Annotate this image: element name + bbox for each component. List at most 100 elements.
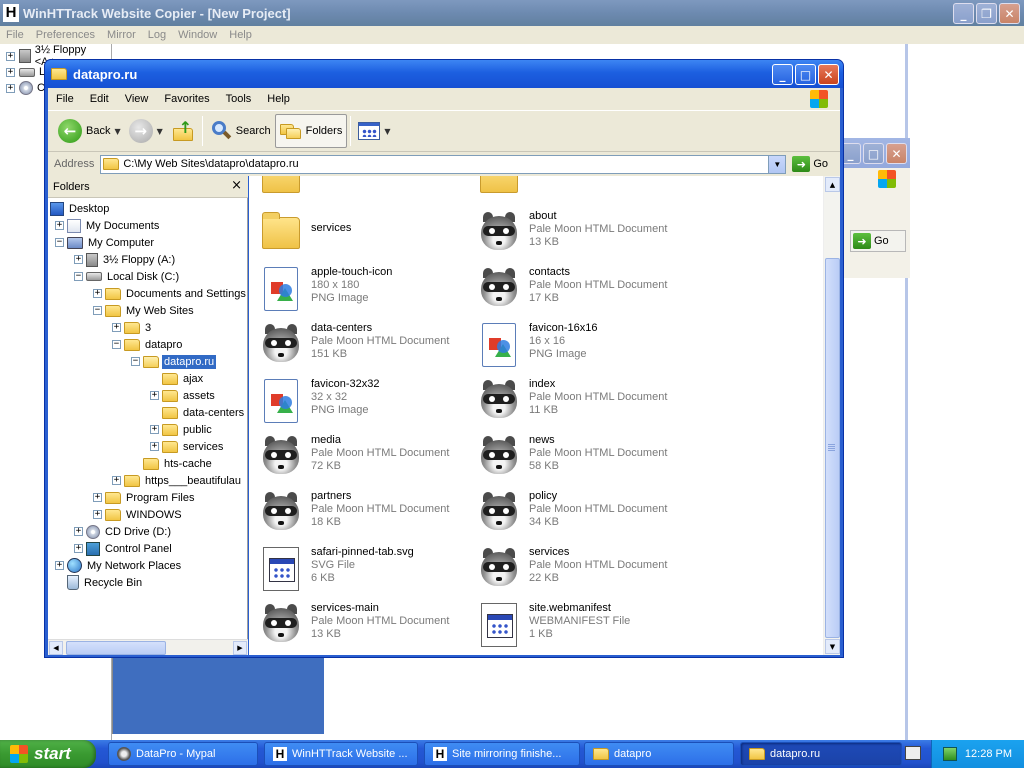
tree-item[interactable]: + Program Files xyxy=(93,489,196,506)
up-button[interactable]: ↑ xyxy=(167,114,199,148)
collapse-icon[interactable]: − xyxy=(74,272,83,281)
background-titlebar[interactable]: _ □ ✕ xyxy=(838,138,910,168)
views-button[interactable]: ▼ xyxy=(354,114,394,148)
maximize-button[interactable]: □ xyxy=(795,64,816,85)
close-pane-icon[interactable]: × xyxy=(231,178,242,193)
file-item[interactable]: favicon-16x16 16 x 16 PNG Image xyxy=(471,320,691,370)
maximize-button[interactable]: □ xyxy=(863,143,884,164)
tree-item[interactable]: + services xyxy=(150,438,225,455)
close-button[interactable]: ✕ xyxy=(886,143,907,164)
collapse-icon[interactable]: − xyxy=(55,238,64,247)
tree-item[interactable]: ajax xyxy=(150,370,205,387)
address-input[interactable]: C:\My Web Sites\datapro\datapro.ru ▼ xyxy=(100,154,787,174)
explorer-titlebar[interactable]: datapro.ru _ □ ✕ xyxy=(45,60,843,88)
file-item[interactable]: news Pale Moon HTML Document 58 KB xyxy=(471,432,691,482)
file-item[interactable]: contacts Pale Moon HTML Document 17 KB xyxy=(471,264,691,314)
file-item[interactable]: public xyxy=(471,176,691,202)
clock[interactable]: 12:28 PM xyxy=(965,748,1012,760)
file-item[interactable]: apple-touch-icon 180 x 180 PNG Image xyxy=(253,264,473,314)
start-button[interactable]: start xyxy=(0,740,96,768)
taskbar-button[interactable]: datapro xyxy=(584,742,734,766)
httrack-titlebar[interactable]: H WinHTTrack Website Copier - [New Proje… xyxy=(0,0,1024,26)
tree-item[interactable]: Desktop xyxy=(50,200,111,217)
expand-icon[interactable]: + xyxy=(112,323,121,332)
expand-icon[interactable]: + xyxy=(74,527,83,536)
expand-icon[interactable]: + xyxy=(93,289,102,298)
tree-item[interactable]: + My Documents xyxy=(55,217,161,234)
tree-item[interactable]: + public xyxy=(150,421,214,438)
keyboard-language-icon[interactable] xyxy=(905,746,921,760)
expand-icon[interactable]: + xyxy=(6,51,15,61)
search-button[interactable]: Search xyxy=(206,114,275,148)
file-item[interactable]: safari-pinned-tab.svg SVG File 6 KB xyxy=(253,544,473,594)
tree-item[interactable]: − datapro xyxy=(112,336,184,353)
scroll-down-icon[interactable]: ▼ xyxy=(825,639,840,654)
background-go-button[interactable]: ➜ Go xyxy=(850,230,906,252)
file-item[interactable]: media Pale Moon HTML Document 72 KB xyxy=(253,432,473,482)
taskbar-button[interactable]: DataPro - Mypal xyxy=(108,742,258,766)
tree-item[interactable]: − My Web Sites xyxy=(93,302,196,319)
tree-item[interactable]: + C xyxy=(6,80,45,96)
collapse-icon[interactable]: − xyxy=(131,357,140,366)
expand-icon[interactable]: + xyxy=(74,544,83,553)
expand-icon[interactable]: + xyxy=(93,493,102,502)
network-tray-icon[interactable] xyxy=(942,747,957,761)
taskbar-button[interactable]: H WinHTTrack Website ... xyxy=(264,742,418,766)
address-dropdown-icon[interactable]: ▼ xyxy=(768,155,786,173)
expand-icon[interactable]: + xyxy=(6,83,15,93)
menu-file[interactable]: File xyxy=(48,93,82,105)
file-item[interactable]: services xyxy=(253,208,473,258)
tree-item[interactable]: + https___beautifulau xyxy=(112,472,243,489)
httrack-menu-file[interactable]: File xyxy=(0,29,30,41)
httrack-menu-help[interactable]: Help xyxy=(223,29,258,41)
scrollbar-thumb[interactable] xyxy=(66,641,166,655)
dropdown-arrow-icon[interactable]: ▼ xyxy=(157,127,163,136)
expand-icon[interactable]: + xyxy=(74,255,83,264)
tree-item[interactable]: + WINDOWS xyxy=(93,506,184,523)
expand-icon[interactable]: + xyxy=(112,476,121,485)
forward-button[interactable]: → ▼ xyxy=(125,114,167,148)
scroll-up-icon[interactable]: ▲ xyxy=(825,177,840,192)
horizontal-scrollbar[interactable]: ◀ ▶ xyxy=(48,639,248,655)
tree-item[interactable]: +3 xyxy=(112,319,153,336)
tree-item[interactable]: +3½ Floppy (A:) xyxy=(74,251,177,268)
tree-item[interactable]: + L xyxy=(6,64,45,80)
menu-view[interactable]: View xyxy=(117,93,157,105)
restore-button[interactable]: ❐ xyxy=(976,3,997,24)
expand-icon[interactable]: + xyxy=(150,425,159,434)
go-button[interactable]: ➜ Go xyxy=(792,156,828,172)
menu-tools[interactable]: Tools xyxy=(218,93,260,105)
expand-icon[interactable]: + xyxy=(150,391,159,400)
folders-button[interactable]: Folders xyxy=(274,114,348,148)
menu-favorites[interactable]: Favorites xyxy=(156,93,217,105)
tree-item[interactable]: hts-cache xyxy=(131,455,214,472)
file-item[interactable]: services Pale Moon HTML Document 22 KB xyxy=(471,544,691,594)
dropdown-arrow-icon[interactable]: ▼ xyxy=(384,127,390,136)
taskbar-button[interactable]: H Site mirroring finishe... xyxy=(424,742,580,766)
httrack-menu-preferences[interactable]: Preferences xyxy=(30,29,101,41)
tree-item[interactable]: + My Network Places xyxy=(55,557,183,574)
taskbar-button[interactable]: datapro.ru xyxy=(740,742,902,766)
menu-edit[interactable]: Edit xyxy=(82,93,117,105)
file-item[interactable]: favicon-32x32 32 x 32 PNG Image xyxy=(253,376,473,426)
file-item[interactable]: policy Pale Moon HTML Document 34 KB xyxy=(471,488,691,538)
file-item[interactable]: site.webmanifest WEBMANIFEST File 1 KB xyxy=(471,600,691,650)
collapse-icon[interactable]: − xyxy=(112,340,121,349)
httrack-menu-mirror[interactable]: Mirror xyxy=(101,29,142,41)
file-item[interactable]: partners Pale Moon HTML Document 18 KB xyxy=(253,488,473,538)
back-button[interactable]: ← Back ▼ xyxy=(54,114,125,148)
dropdown-arrow-icon[interactable]: ▼ xyxy=(114,127,120,136)
tree-item[interactable]: − Local Disk (C:) xyxy=(74,268,181,285)
file-item[interactable]: data-centers Pale Moon HTML Document 151 K… xyxy=(253,320,473,370)
tree-item[interactable]: data-centers xyxy=(150,404,246,421)
tree-item[interactable]: − datapro.ru xyxy=(131,353,217,370)
tree-item[interactable]: − My Computer xyxy=(55,234,156,251)
tree-item[interactable]: + assets xyxy=(150,387,217,404)
expand-icon[interactable]: + xyxy=(55,221,64,230)
vertical-scrollbar[interactable]: ▲ ▼ xyxy=(823,176,840,655)
tree-item[interactable]: + CD Drive (D:) xyxy=(74,523,173,540)
expand-icon[interactable]: + xyxy=(93,510,102,519)
collapse-icon[interactable]: − xyxy=(93,306,102,315)
expand-icon[interactable]: + xyxy=(55,561,64,570)
file-item[interactable]: services-main Pale Moon HTML Document 13 K… xyxy=(253,600,473,650)
